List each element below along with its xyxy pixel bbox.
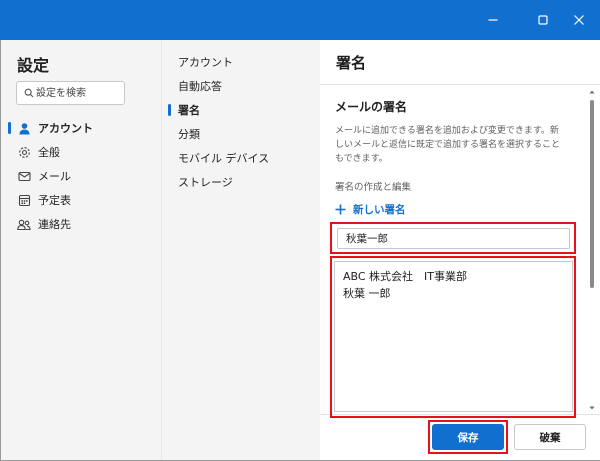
account-nav-label: アカウント (178, 56, 233, 69)
settings-nav-label: 連絡先 (38, 218, 71, 231)
people-icon (17, 217, 31, 231)
pane-title: 署名 (336, 54, 367, 72)
account-nav-label: モバイル デバイス (178, 152, 270, 165)
scrollbar[interactable] (588, 88, 596, 412)
minimize-button[interactable] (477, 4, 509, 36)
scroll-thumb[interactable] (590, 100, 594, 288)
divider (320, 84, 600, 85)
search-icon (24, 88, 34, 98)
settings-nav-contacts[interactable]: 連絡先 (1, 212, 161, 236)
calendar-icon (17, 193, 31, 207)
create-edit-label: 署名の作成と編集 (335, 182, 412, 193)
minimize-icon (488, 19, 498, 21)
account-nav-pane: アカウント 自動応答 署名 分類 モバイル デバイス ストレージ (161, 40, 320, 460)
settings-title: 設定 (17, 56, 50, 75)
signature-description: メールに追加できる署名を追加および変更できます。新しいメールと返信に既定で追加す… (335, 126, 561, 164)
account-nav-label: 署名 (178, 104, 200, 117)
discard-button[interactable]: 破棄 (514, 424, 586, 450)
highlight-box-name (330, 222, 576, 254)
settings-nav-calendar[interactable]: 予定表 (1, 188, 161, 212)
scroll-up-icon[interactable] (588, 88, 596, 96)
settings-nav-list: アカウント 全般 メール 予定表 連絡先 (1, 116, 161, 236)
account-nav-signature[interactable]: 署名 (162, 98, 320, 122)
account-nav-categories[interactable]: 分類 (162, 122, 320, 146)
account-nav-account[interactable]: アカウント (162, 50, 320, 74)
new-signature-label: 新しい署名 (353, 204, 406, 216)
selection-indicator (168, 104, 171, 116)
settings-nav-label: 全般 (38, 146, 60, 159)
title-bar (0, 0, 600, 40)
plus-icon (335, 204, 346, 215)
settings-search[interactable] (16, 81, 125, 105)
new-signature-button[interactable]: 新しい署名 (335, 202, 406, 217)
close-icon (574, 15, 584, 25)
settings-nav-general[interactable]: 全般 (1, 140, 161, 164)
scroll-down-icon[interactable] (588, 404, 596, 412)
settings-nav-label: アカウント (38, 122, 93, 135)
settings-nav-mail[interactable]: メール (1, 164, 161, 188)
settings-nav-label: 予定表 (38, 194, 71, 207)
maximize-icon (538, 15, 548, 25)
account-nav-label: 自動応答 (178, 80, 222, 93)
settings-nav-pane: 設定 アカウント 全般 メール 予定表 (1, 40, 161, 460)
account-nav-auto-reply[interactable]: 自動応答 (162, 74, 320, 98)
gear-icon (17, 145, 31, 159)
mail-icon (17, 169, 31, 183)
account-nav-list: アカウント 自動応答 署名 分類 モバイル デバイス ストレージ (162, 50, 320, 194)
settings-nav-label: メール (38, 170, 71, 183)
account-nav-label: ストレージ (178, 176, 233, 189)
selection-indicator (8, 122, 11, 134)
settings-search-input[interactable] (36, 84, 122, 102)
account-nav-label: 分類 (178, 128, 200, 141)
signature-pane: 署名 メールの署名 メールに追加できる署名を追加および変更できます。新しいメール… (320, 40, 600, 460)
highlight-box-save (428, 420, 508, 454)
close-button[interactable] (563, 4, 595, 36)
person-icon (17, 121, 31, 135)
section-title: メールの署名 (335, 100, 408, 114)
window-frame (0, 40, 1, 461)
maximize-button[interactable] (527, 4, 559, 36)
settings-nav-account[interactable]: アカウント (1, 116, 161, 140)
account-nav-storage[interactable]: ストレージ (162, 170, 320, 194)
account-nav-mobile-devices[interactable]: モバイル デバイス (162, 146, 320, 170)
highlight-box-body (330, 256, 576, 418)
